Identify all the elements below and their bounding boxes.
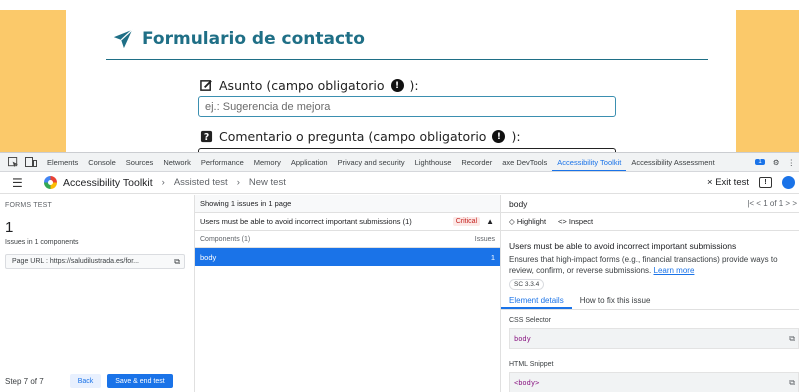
page-title: Formulario de contacto: [112, 28, 365, 50]
page-url-field[interactable]: Page URL : https://saludilustrada.es/for…: [5, 254, 185, 269]
settings-gear-icon[interactable]: ⚙: [773, 158, 780, 167]
avatar[interactable]: [782, 176, 795, 189]
list-item[interactable]: body 1: [195, 248, 500, 266]
comment-label-suffix: ):: [511, 129, 521, 144]
subject-label-text: Asunto (campo obligatorio: [219, 78, 385, 93]
tab-network[interactable]: Network: [158, 153, 196, 171]
chevron-up-icon[interactable]: ▲: [486, 217, 494, 226]
required-icon: !: [390, 79, 404, 92]
toolkit-panes: FORMS TEST 1 Issues in 1 components Page…: [0, 195, 799, 392]
subject-label-suffix: ):: [409, 78, 419, 93]
highlight-button[interactable]: ◇ Highlight: [509, 217, 546, 226]
tab-how-to-fix[interactable]: How to fix this issue: [572, 292, 659, 309]
title-divider: [106, 59, 708, 60]
tab-accessibility-assessment[interactable]: Accessibility Assessment: [626, 153, 719, 171]
test-name: FORMS TEST: [5, 202, 52, 209]
device-toolbar-icon[interactable]: [24, 156, 38, 168]
select-element-icon[interactable]: [6, 156, 20, 168]
issue-title: Users must be able to avoid incorrect im…: [200, 217, 412, 226]
tab-sources[interactable]: Sources: [121, 153, 159, 171]
question-square-icon: ?: [200, 130, 213, 143]
save-end-test-button[interactable]: Save & end test: [107, 374, 173, 388]
devtools-panel: Elements Console Sources Network Perform…: [0, 152, 799, 392]
more-options-icon[interactable]: ⋮: [788, 158, 796, 167]
issue-summary: Issues in 1 components: [5, 239, 79, 246]
detail-header: body |< < 1 of 1 > >: [501, 195, 799, 213]
chevron-right-icon: ›: [236, 177, 240, 188]
edit-icon: [200, 80, 212, 91]
step-footer: Step 7 of 7 Back Save & end test: [5, 374, 173, 388]
css-selector-value: body: [514, 334, 531, 343]
toolkit-logo-icon: [44, 176, 57, 189]
page-title-text: Formulario de contacto: [142, 29, 365, 49]
tab-element-details[interactable]: Element details: [501, 292, 572, 309]
detail-tabs: Element details How to fix this issue: [501, 292, 799, 310]
html-snippet-value: <body>: [514, 378, 540, 387]
inspect-button[interactable]: <> Inspect: [558, 217, 593, 226]
tab-memory[interactable]: Memory: [249, 153, 286, 171]
components-header: Components (1) Issues: [195, 231, 500, 248]
subject-label: Asunto (campo obligatorio ! ):: [200, 78, 419, 93]
exit-test-button[interactable]: × Exit test: [707, 177, 749, 188]
detail-toolbar: ◇ Highlight <> Inspect: [501, 213, 799, 231]
required-icon: !: [492, 130, 506, 143]
rule-description-text: Ensures that high-impact forms (e.g., fi…: [509, 255, 778, 275]
subject-input[interactable]: [198, 96, 616, 117]
feedback-icon[interactable]: !: [759, 177, 772, 188]
page-left-band: [0, 10, 66, 152]
tab-recorder[interactable]: Recorder: [456, 153, 497, 171]
rule-description: Ensures that high-impact forms (e.g., fi…: [509, 254, 794, 276]
chevron-right-icon: ›: [161, 177, 165, 188]
components-label: Components (1): [200, 235, 251, 243]
back-button[interactable]: Back: [69, 374, 102, 388]
devtools-tabbar: Elements Console Sources Network Perform…: [0, 153, 799, 172]
component-name: body: [200, 252, 217, 262]
learn-more-link[interactable]: Learn more: [654, 266, 695, 275]
step-indicator: Step 7 of 7: [5, 376, 44, 386]
issues-badge[interactable]: 1: [755, 159, 765, 165]
breadcrumb-current: New test: [248, 177, 286, 188]
highlight-label: Highlight: [516, 217, 547, 226]
success-criterion-chip: SC 3.3.4: [509, 279, 545, 290]
copy-icon[interactable]: ⧉: [789, 334, 795, 344]
severity-badge: Critical: [452, 217, 481, 226]
tab-elements[interactable]: Elements: [42, 153, 83, 171]
page-url-text: Page URL : https://saludilustrada.es/for…: [12, 258, 139, 265]
comment-label-text: Comentario o pregunta (campo obligatorio: [219, 129, 487, 144]
summary-pane: FORMS TEST 1 Issues in 1 components Page…: [0, 195, 195, 392]
breadcrumb: ☰ Accessibility Toolkit › Assisted test …: [0, 172, 799, 194]
copy-icon[interactable]: ⧉: [174, 257, 180, 267]
css-selector-label: CSS Selector: [509, 317, 552, 324]
comment-label: ? Comentario o pregunta (campo obligator…: [200, 129, 521, 144]
selected-element: body: [509, 198, 528, 209]
rule-title: Users must be able to avoid incorrect im…: [509, 241, 737, 251]
html-snippet-box: <body> ⧉: [509, 372, 799, 392]
component-issue-count: 1: [490, 252, 495, 262]
tab-privacy-security[interactable]: Privacy and security: [333, 153, 410, 171]
tab-accessibility-toolkit[interactable]: Accessibility Toolkit: [552, 153, 627, 171]
tab-lighthouse[interactable]: Lighthouse: [410, 153, 457, 171]
issues-column-label: Issues: [474, 235, 495, 243]
issues-header: Showing 1 issues in 1 page: [195, 195, 500, 213]
issue-detail-pane: body |< < 1 of 1 > > ◇ Highlight <> Insp…: [501, 195, 799, 392]
issues-pane: Showing 1 issues in 1 page Users must be…: [195, 195, 501, 392]
html-snippet-label: HTML Snippet: [509, 361, 554, 368]
paper-plane-icon: [113, 29, 133, 49]
pagination[interactable]: |< < 1 of 1 > >: [747, 199, 799, 208]
hamburger-menu-icon[interactable]: ☰: [12, 176, 26, 190]
issue-count: 1: [5, 219, 14, 236]
issue-group-row[interactable]: Users must be able to avoid incorrect im…: [195, 213, 500, 231]
web-page-viewport: Formulario de contacto Asunto (campo obl…: [0, 0, 799, 152]
copy-icon[interactable]: ⧉: [789, 378, 795, 388]
tab-application[interactable]: Application: [286, 153, 333, 171]
tab-axe-devtools[interactable]: axe DevTools: [497, 153, 552, 171]
css-selector-box: body ⧉: [509, 328, 799, 349]
breadcrumb-step[interactable]: Assisted test: [174, 177, 228, 188]
tab-performance[interactable]: Performance: [196, 153, 249, 171]
breadcrumb-app[interactable]: Accessibility Toolkit: [63, 177, 153, 189]
page-right-band: [736, 10, 799, 152]
tab-console[interactable]: Console: [83, 153, 121, 171]
svg-text:?: ?: [204, 132, 209, 143]
